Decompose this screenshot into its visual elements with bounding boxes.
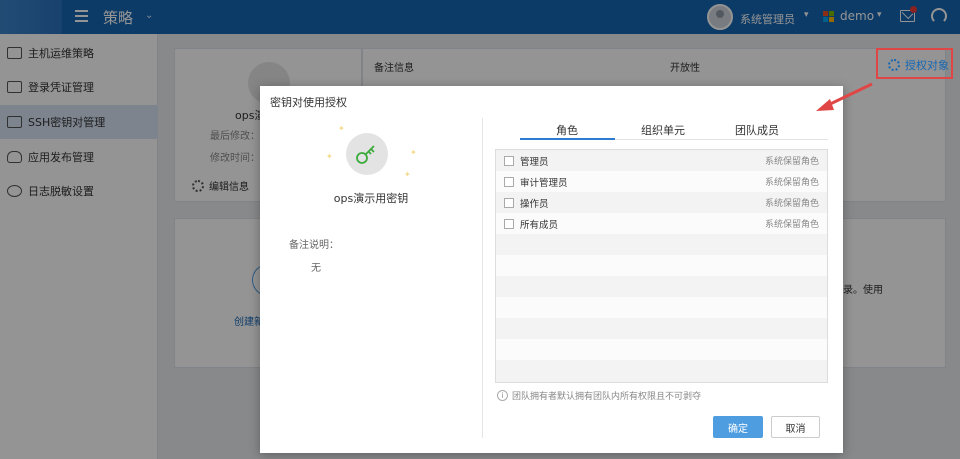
- annotation-arrow: [816, 82, 873, 111]
